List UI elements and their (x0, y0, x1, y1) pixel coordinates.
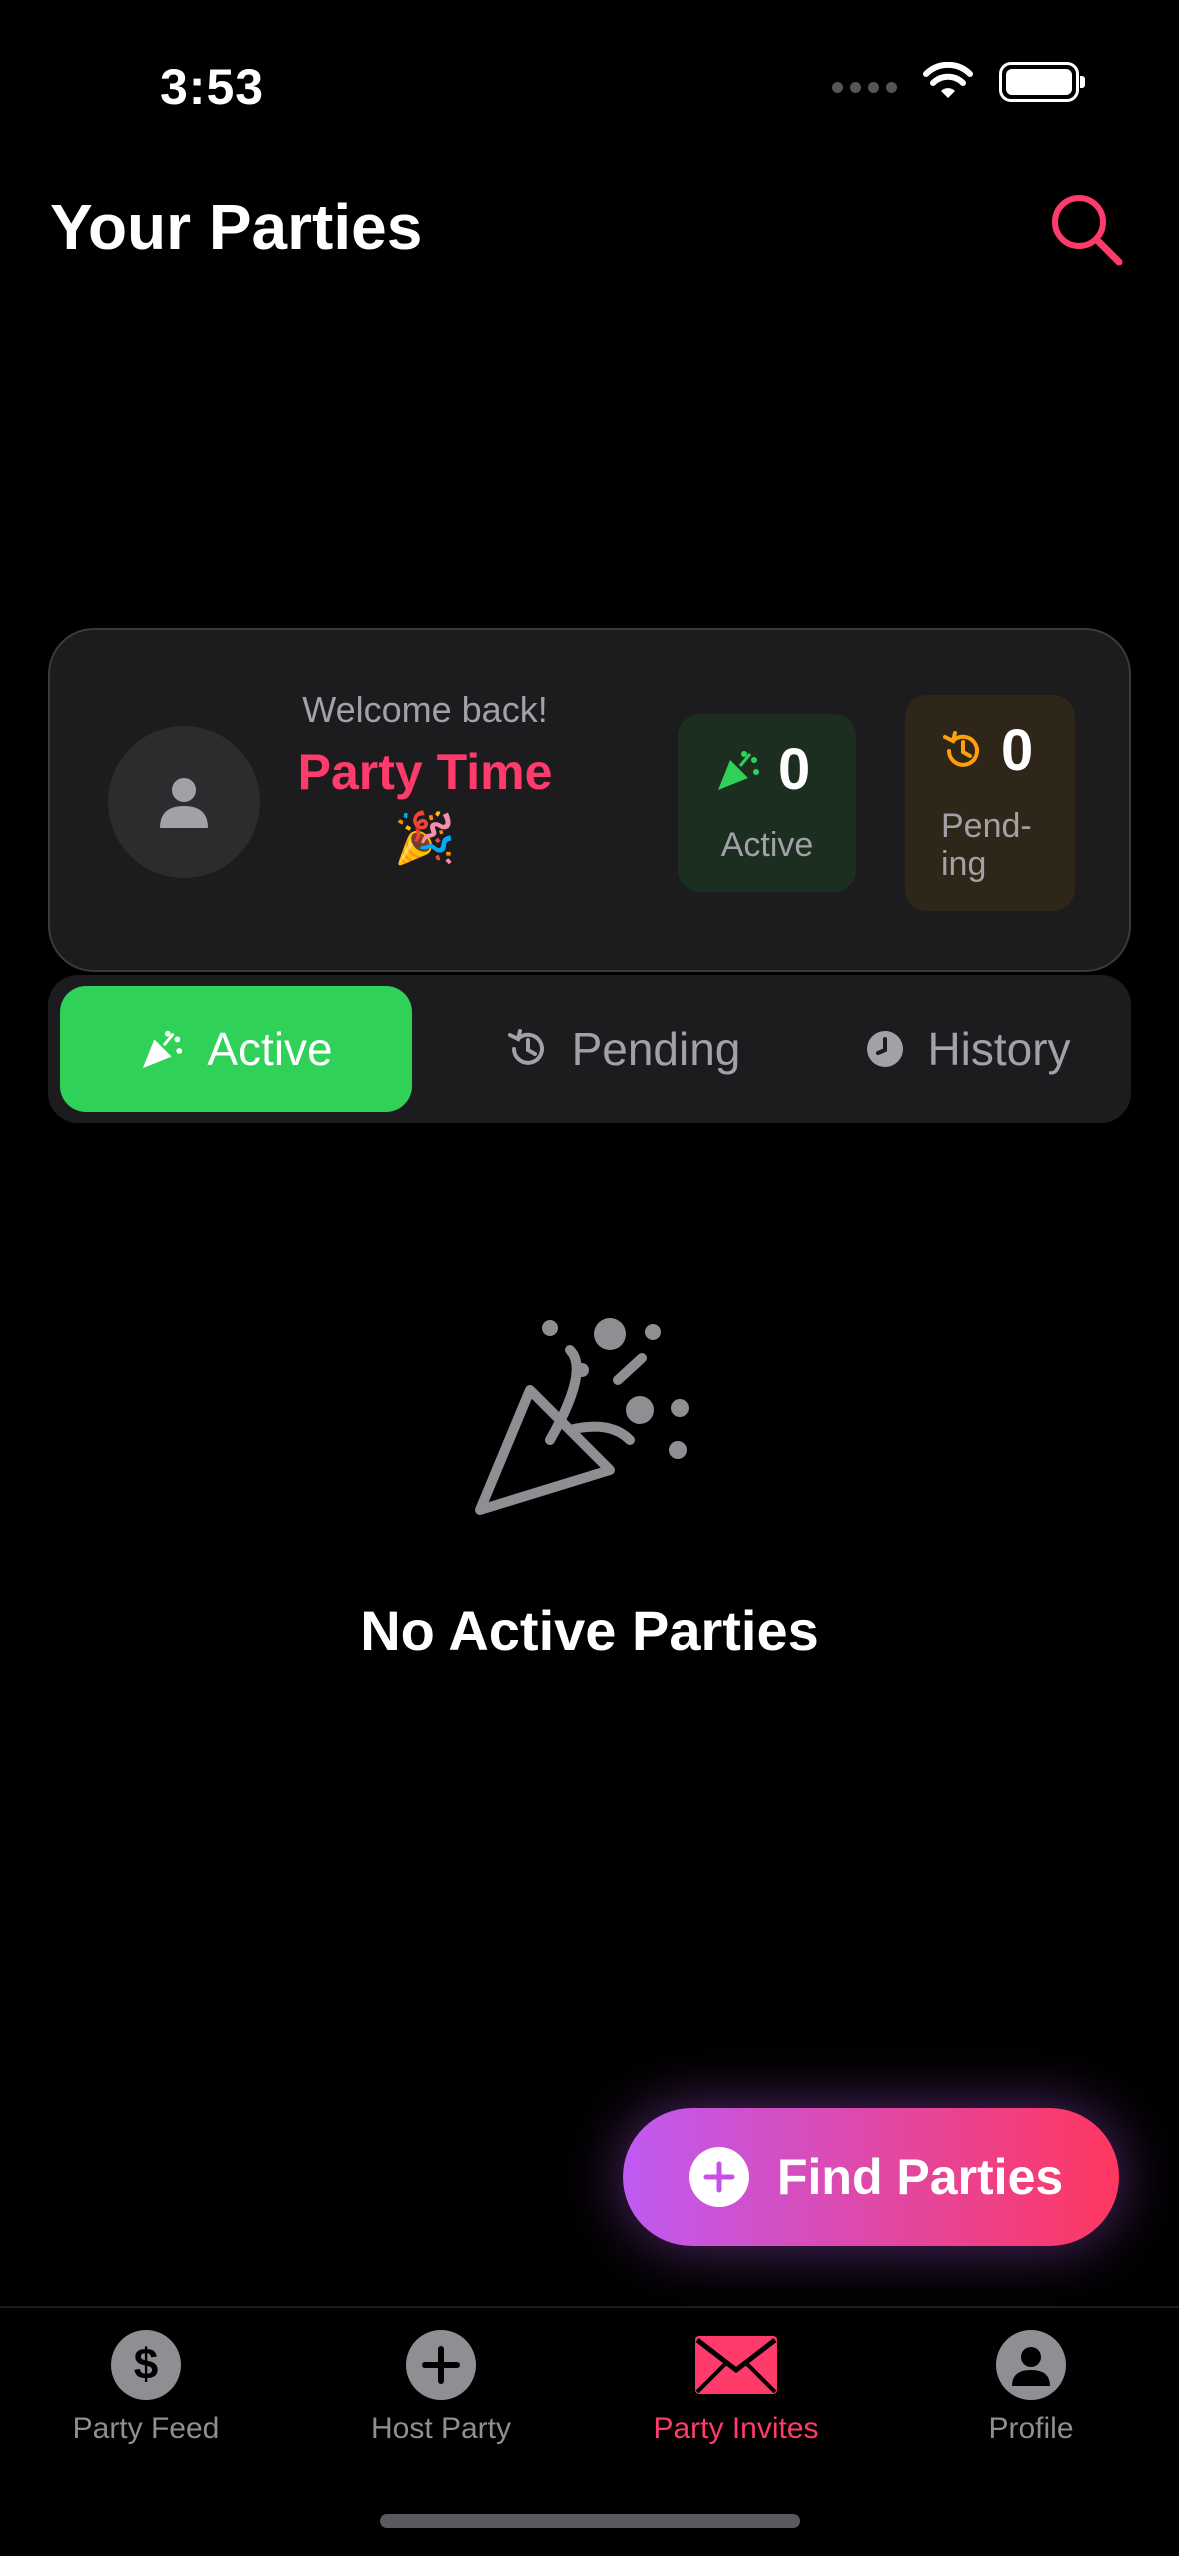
cellular-signal-icon (832, 81, 897, 93)
tab-active[interactable]: Active (60, 986, 412, 1112)
find-parties-button[interactable]: Find Parties (623, 2108, 1119, 2246)
wifi-icon (923, 62, 973, 98)
avatar[interactable] (108, 726, 260, 878)
home-indicator[interactable] (380, 2514, 800, 2528)
tab-pending-label: Pending (571, 1023, 741, 1075)
nav-host-party[interactable]: Host Party (311, 2330, 571, 2446)
nav-party-invites-label: Party Invites (653, 2412, 819, 2445)
tab-history-label: History (927, 1023, 1071, 1075)
tab-pending[interactable]: Pending (468, 986, 778, 1112)
clock-arrow-icon (943, 730, 979, 767)
pending-stat-label: Pend-ing (941, 807, 1032, 883)
clock-icon (867, 1031, 904, 1067)
page-title: Your Parties (50, 191, 423, 263)
nav-host-party-label: Host Party (370, 2412, 512, 2445)
clock-arrow-icon (507, 1029, 544, 1065)
plus-icon (689, 2147, 749, 2207)
status-time: 3:53 (160, 59, 265, 115)
summary-card: Welcome back! Party Time 🎉 0 Active 0 Pe… (48, 628, 1131, 972)
active-count: 0 (778, 737, 811, 802)
nav-party-feed-label: Party Feed (72, 2412, 220, 2445)
party-name: Party Time 🎉 (297, 744, 553, 866)
party-tabs: Active Pending History (48, 975, 1131, 1123)
find-parties-label: Find Parties (777, 2149, 1064, 2205)
search-icon (1052, 195, 1123, 266)
pending-count: 0 (1001, 718, 1034, 783)
nav-profile[interactable]: Profile (901, 2330, 1161, 2446)
welcome-block: Welcome back! Party Time 🎉 (280, 686, 570, 871)
nav-profile-label: Profile (988, 2412, 1074, 2445)
person-icon (160, 778, 208, 828)
person-icon (996, 2330, 1066, 2400)
party-popper-icon (718, 750, 759, 790)
envelope-icon (695, 2336, 777, 2394)
active-stat-label: Active (720, 826, 814, 864)
welcome-text: Welcome back! (302, 689, 548, 730)
active-stat: 0 Active (678, 714, 856, 892)
tab-history[interactable]: History (828, 986, 1108, 1112)
nav-party-feed[interactable]: $ Party Feed (16, 2330, 276, 2446)
party-popper-icon (475, 1318, 689, 1515)
plus-icon (406, 2330, 476, 2400)
dollar-icon: $ (111, 2330, 181, 2400)
search-button[interactable] (1047, 190, 1127, 270)
empty-state-title: No Active Parties (360, 1599, 819, 1662)
party-popper-icon (143, 1030, 183, 1069)
nav-party-invites[interactable]: Party Invites (606, 2330, 866, 2446)
tab-active-label: Active (207, 1023, 333, 1075)
pending-stat: 0 Pend-ing (905, 695, 1075, 911)
battery-icon (999, 62, 1085, 102)
